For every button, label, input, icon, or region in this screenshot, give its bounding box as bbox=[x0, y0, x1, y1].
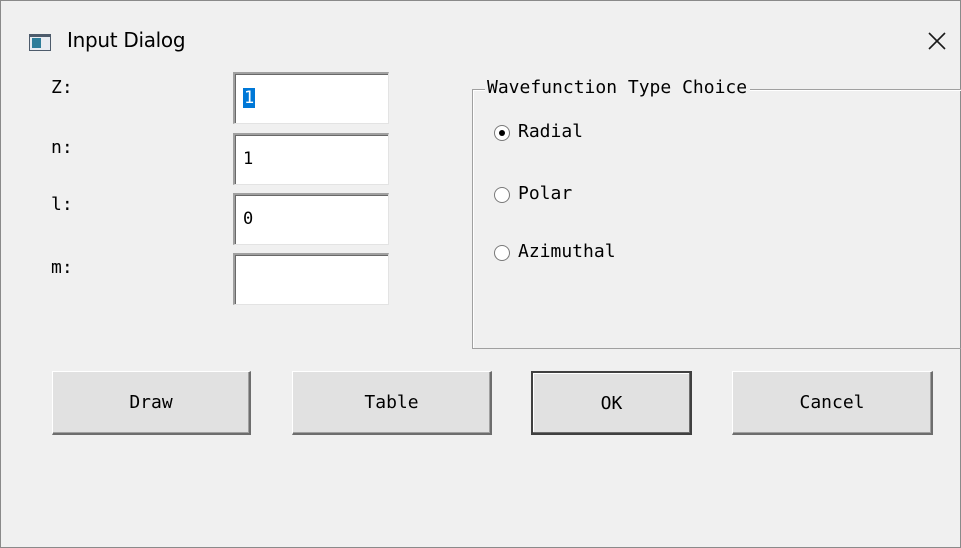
m-label: m: bbox=[51, 257, 73, 278]
polar-radio[interactable]: Polar bbox=[494, 183, 694, 209]
n-input[interactable]: 1 bbox=[233, 133, 389, 185]
z-input-value: 1 bbox=[243, 88, 256, 108]
radial-radio[interactable]: Radial bbox=[494, 121, 694, 147]
polar-label: Polar bbox=[518, 183, 573, 204]
n-input-value: 1 bbox=[243, 149, 254, 169]
draw-button[interactable]: Draw bbox=[52, 371, 251, 435]
l-input[interactable]: 0 bbox=[233, 193, 389, 245]
close-icon bbox=[928, 32, 946, 50]
table-button[interactable]: Table bbox=[292, 371, 492, 435]
m-input[interactable] bbox=[233, 253, 389, 305]
azimuthal-radio[interactable]: Azimuthal bbox=[494, 241, 694, 267]
l-label: l: bbox=[51, 194, 73, 215]
radial-label: Radial bbox=[518, 121, 584, 142]
z-input[interactable]: 1 bbox=[233, 72, 389, 124]
title-bar[interactable]: Input Dialog bbox=[1, 1, 960, 63]
radio-circle bbox=[494, 245, 510, 261]
azimuthal-label: Azimuthal bbox=[518, 241, 616, 262]
n-label: n: bbox=[51, 137, 73, 158]
radio-dot bbox=[499, 130, 505, 136]
radio-circle bbox=[494, 187, 510, 203]
ok-button[interactable]: OK bbox=[531, 371, 692, 435]
app-window-icon bbox=[29, 34, 51, 51]
wavefunction-group-title: Wavefunction Type Choice bbox=[485, 77, 751, 98]
z-label: Z: bbox=[51, 77, 73, 98]
l-input-value: 0 bbox=[243, 209, 254, 229]
close-button[interactable] bbox=[911, 19, 959, 63]
input-dialog-window: Input Dialog Z: n: l: m: 1 1 0 Wavefunct… bbox=[0, 0, 961, 548]
cancel-button[interactable]: Cancel bbox=[732, 371, 933, 435]
window-title: Input Dialog bbox=[67, 28, 186, 52]
radio-circle bbox=[494, 125, 510, 141]
